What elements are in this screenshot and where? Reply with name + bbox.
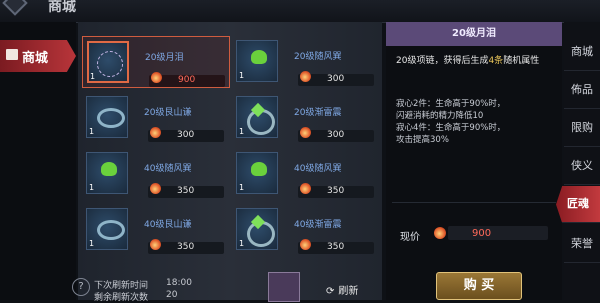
shop-item[interactable]: 1 20级随风巽 300 <box>232 36 380 88</box>
shop-item[interactable]: 1 40级随风巽 350 <box>82 148 230 200</box>
current-price-value: 900 <box>472 228 492 239</box>
refresh-button-label: 刷新 <box>338 286 359 297</box>
item-count: 1 <box>239 239 245 248</box>
coin-icon <box>434 227 446 239</box>
shop-item[interactable]: 1 40级艮山谦 350 <box>82 204 230 256</box>
item-name: 20级随风巽 <box>294 52 342 62</box>
item-price: 300 <box>177 130 195 140</box>
help-icon[interactable]: ? <box>72 278 90 296</box>
next-refresh-value: 18:00 <box>166 278 192 288</box>
detail-title: 20级月泪 <box>452 28 496 39</box>
desc-suffix: 随机属性 <box>503 56 540 66</box>
item-name: 40级渐雷震 <box>294 220 342 230</box>
refresh-scroll-icon <box>268 272 300 302</box>
item-price: 350 <box>177 242 195 252</box>
set-line: 攻击提高30% <box>396 135 449 145</box>
desc-prefix: 20级项链，获得后生成 <box>396 56 489 66</box>
tab-accessories[interactable]: 佈品 <box>564 72 600 109</box>
item-detail-panel: 20级月泪 20级项链，获得后生成4条随机属性 寂心2件：生命高于90%时， 闪… <box>386 22 562 300</box>
set-bonus-list: 寂心2件：生命高于90%时， 闪避消耗的精力降低10 寂心4件：生命高于90%时… <box>396 98 556 146</box>
item-count: 1 <box>90 72 96 81</box>
right-nav: 商城 佈品 限购 侠义 匠魂 荣誉 <box>556 22 600 300</box>
shop-item[interactable]: 1 40级随风巽 350 <box>232 148 380 200</box>
set-line: 闪避消耗的精力降低10 <box>396 111 484 121</box>
item-count: 1 <box>89 183 95 192</box>
item-price: 350 <box>327 186 345 196</box>
tab-honor[interactable]: 荣誉 <box>564 226 600 263</box>
back-diamond-icon[interactable] <box>2 0 28 16</box>
window-title: 商城 <box>48 0 76 15</box>
item-count: 1 <box>239 183 245 192</box>
coin-icon <box>300 183 311 194</box>
coin-icon <box>300 239 311 250</box>
buy-button[interactable]: 购 买 <box>436 272 522 300</box>
detail-description: 20级项链，获得后生成4条随机属性 <box>396 54 556 68</box>
coin-icon <box>151 72 162 83</box>
coin-icon <box>300 127 311 138</box>
refresh-button[interactable]: ⟳ 刷新 <box>326 282 358 297</box>
remaining-refresh-label: 剩余刷新次数 <box>94 293 149 303</box>
tab-chivalry[interactable]: 侠义 <box>564 148 600 185</box>
tab-limited[interactable]: 限购 <box>564 110 600 147</box>
shop-item[interactable]: 1 20级艮山谦 300 <box>82 92 230 144</box>
shop-item[interactable]: 1 40级渐雷震 350 <box>232 204 380 256</box>
detail-header: 20级月泪 <box>386 22 562 46</box>
item-price: 350 <box>327 242 345 252</box>
set-line: 寂心2件：生命高于90%时， <box>396 99 506 109</box>
shop-item[interactable]: 1 20级渐雷震 300 <box>232 92 380 144</box>
coin-icon <box>150 183 161 194</box>
nav-tab-shop[interactable]: 商城 <box>0 40 76 72</box>
coin-icon <box>150 239 161 250</box>
left-nav: 商城 <box>0 22 76 300</box>
item-name: 20级月泪 <box>145 53 184 63</box>
desc-highlight: 4条 <box>488 56 504 66</box>
set-line: 寂心4件：生命高于90%时， <box>396 123 506 133</box>
top-header: 商城 <box>0 0 600 23</box>
price-box <box>448 226 548 240</box>
current-price-label: 现价 <box>400 232 420 243</box>
refresh-icon: ⟳ <box>326 286 335 297</box>
item-name: 20级渐雷震 <box>294 108 342 118</box>
shop-icon <box>6 49 18 60</box>
tab-shop[interactable]: 商城 <box>564 34 600 71</box>
item-name: 20级艮山谦 <box>144 108 192 118</box>
item-count: 1 <box>239 127 245 136</box>
item-count: 1 <box>239 71 245 80</box>
item-price: 300 <box>327 74 345 84</box>
item-count: 1 <box>89 127 95 136</box>
nav-tab-label: 商城 <box>22 51 49 66</box>
tab-craftsman-soul[interactable]: 匠魂 <box>556 186 600 223</box>
item-price: 900 <box>178 75 196 85</box>
remaining-refresh-value: 20 <box>166 290 178 300</box>
item-name: 40级随风巽 <box>144 164 192 174</box>
shop-item[interactable]: 1 20级月泪 900 <box>82 36 230 88</box>
divider <box>392 202 556 203</box>
coin-icon <box>300 71 311 82</box>
item-count: 1 <box>89 239 95 248</box>
item-price: 350 <box>177 186 195 196</box>
item-price: 300 <box>327 130 345 140</box>
item-name: 40级艮山谦 <box>144 220 192 230</box>
item-name: 40级随风巽 <box>294 164 342 174</box>
coin-icon <box>150 127 161 138</box>
shop-grid: 1 20级月泪 900 1 20级随风巽 300 1 20级艮山谦 300 1 … <box>78 22 382 300</box>
